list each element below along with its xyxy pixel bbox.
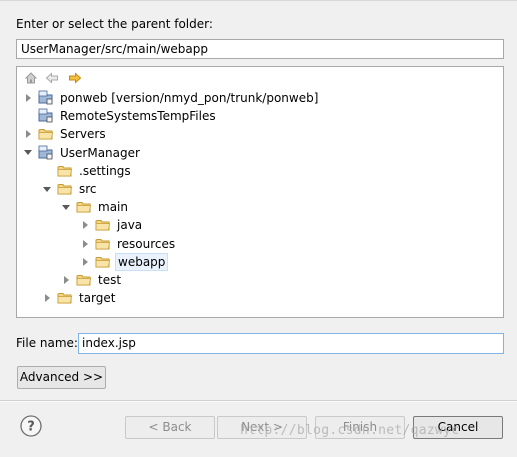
- folder-tree[interactable]: ponweb [version/nmyd_pon/trunk/ponweb] Re…: [16, 66, 504, 318]
- collapsed-arrow-icon[interactable]: [80, 235, 90, 253]
- finish-button[interactable]: Finish: [315, 416, 405, 439]
- folder-icon: [76, 272, 92, 288]
- expanded-arrow-icon[interactable]: [42, 180, 52, 198]
- parent-folder-label: Enter or select the parent folder:: [16, 17, 213, 31]
- next-button[interactable]: Next >: [217, 416, 307, 439]
- project-icon: [38, 90, 54, 106]
- folder-icon: [95, 217, 111, 233]
- top-divider: [0, 0, 517, 1]
- collapsed-arrow-icon[interactable]: [80, 216, 90, 234]
- footer-divider-highlight: [0, 401, 517, 402]
- collapsed-arrow-icon[interactable]: [42, 289, 52, 307]
- help-icon[interactable]: ?: [19, 414, 43, 438]
- file-name-label: File name:: [16, 336, 78, 350]
- tree-item-label: src: [79, 182, 97, 196]
- tree-item-label: UserManager: [60, 145, 140, 160]
- file-name-input[interactable]: index.jsp: [78, 333, 504, 354]
- collapsed-arrow-icon[interactable]: [61, 271, 71, 289]
- cancel-button[interactable]: Cancel: [413, 416, 503, 439]
- back-arrow-icon[interactable]: [43, 70, 61, 86]
- forward-arrow-icon[interactable]: [66, 70, 84, 86]
- tree-item-label: .settings: [79, 163, 131, 178]
- expanded-arrow-icon[interactable]: [61, 198, 71, 216]
- folder-icon: [76, 199, 92, 215]
- project-icon: [38, 108, 54, 124]
- tree-item-label: test: [98, 273, 122, 287]
- folder-icon: [57, 163, 73, 179]
- folder-icon: [95, 254, 111, 270]
- home-icon[interactable]: [22, 70, 40, 86]
- collapsed-arrow-icon[interactable]: [23, 89, 33, 107]
- folder-icon: [95, 236, 111, 252]
- tree-item-label: ponweb [version/nmyd_pon/trunk/ponweb]: [60, 91, 319, 105]
- advanced-button[interactable]: Advanced >>: [17, 366, 106, 389]
- tree-item-label: target: [79, 291, 116, 306]
- tree-item-label: Servers: [60, 127, 106, 142]
- parent-folder-input[interactable]: UserManager/src/main/webapp: [16, 39, 504, 59]
- collapsed-arrow-icon[interactable]: [23, 125, 33, 143]
- tree-item-label: java: [117, 218, 143, 233]
- folder-icon: [57, 290, 73, 306]
- tree-item-label: RemoteSystemsTempFiles: [60, 109, 216, 124]
- expanded-arrow-icon[interactable]: [23, 144, 33, 162]
- tree-item-label: main: [98, 200, 128, 215]
- collapsed-arrow-icon[interactable]: [80, 253, 90, 271]
- tree-item-label: webapp: [115, 252, 169, 271]
- svg-text:?: ?: [27, 420, 35, 435]
- project-icon: [38, 145, 54, 161]
- tree-item-label: resources: [117, 236, 176, 251]
- folder-icon: [38, 126, 54, 142]
- folder-icon: [57, 181, 73, 197]
- back-button[interactable]: < Back: [125, 416, 215, 439]
